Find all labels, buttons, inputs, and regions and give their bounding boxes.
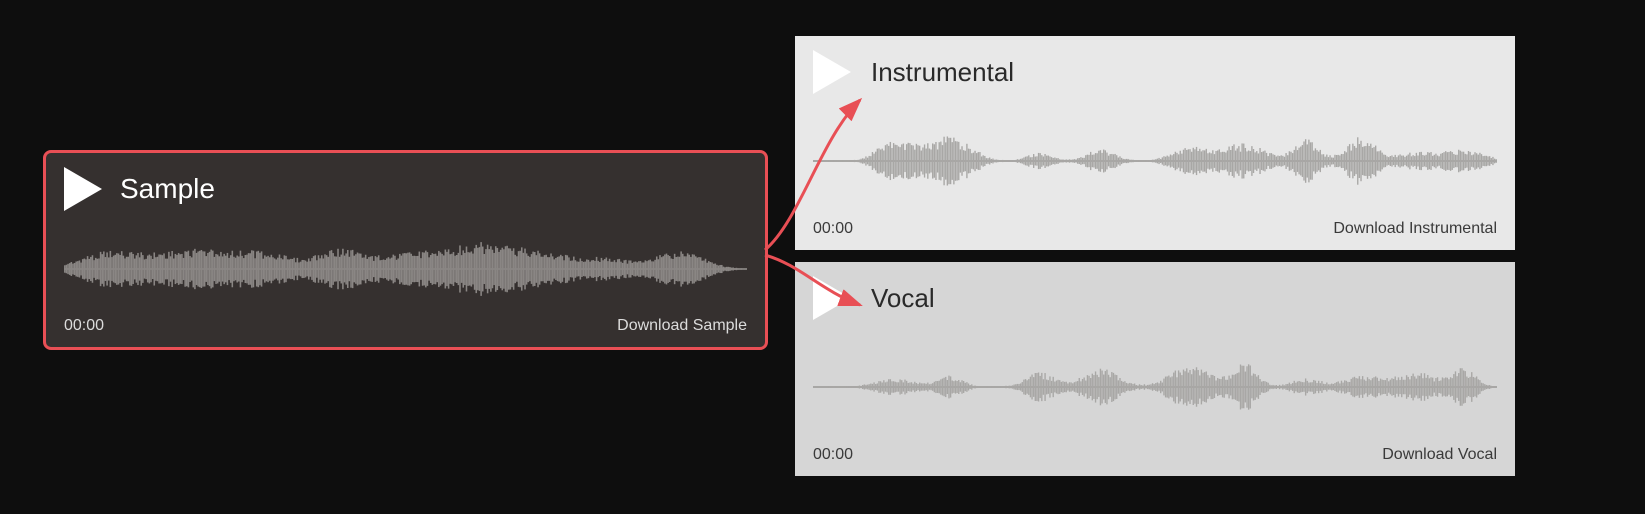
instrumental-waveform[interactable] [813, 102, 1497, 220]
right-edge-strip [1545, 0, 1645, 514]
vocal-time: 00:00 [813, 446, 853, 464]
download-sample-link[interactable]: Download Sample [617, 317, 747, 335]
vocal-footer: 00:00 Download Vocal [813, 446, 1497, 464]
instrumental-card: Instrumental 00:00 Download Instrumental [795, 36, 1515, 250]
download-vocal-link[interactable]: Download Vocal [1382, 446, 1497, 464]
instrumental-time: 00:00 [813, 220, 853, 238]
play-icon[interactable] [813, 50, 851, 94]
instrumental-footer: 00:00 Download Instrumental [813, 220, 1497, 238]
instrumental-title: Instrumental [871, 57, 1014, 88]
stems-column: Instrumental 00:00 Download Instrumental… [795, 36, 1515, 476]
vocal-header: Vocal [813, 276, 1497, 320]
vocal-card: Vocal 00:00 Download Vocal [795, 262, 1515, 476]
instrumental-header: Instrumental [813, 50, 1497, 94]
sample-waveform[interactable] [64, 221, 747, 317]
vocal-title: Vocal [871, 283, 935, 314]
download-instrumental-link[interactable]: Download Instrumental [1333, 220, 1497, 238]
sample-footer: 00:00 Download Sample [64, 317, 747, 335]
sample-title: Sample [120, 173, 215, 205]
play-icon[interactable] [813, 276, 851, 320]
sample-time: 00:00 [64, 317, 104, 335]
play-icon[interactable] [64, 167, 102, 211]
sample-header: Sample [64, 167, 747, 211]
sample-card: Sample 00:00 Download Sample [43, 150, 768, 350]
vocal-waveform[interactable] [813, 328, 1497, 446]
